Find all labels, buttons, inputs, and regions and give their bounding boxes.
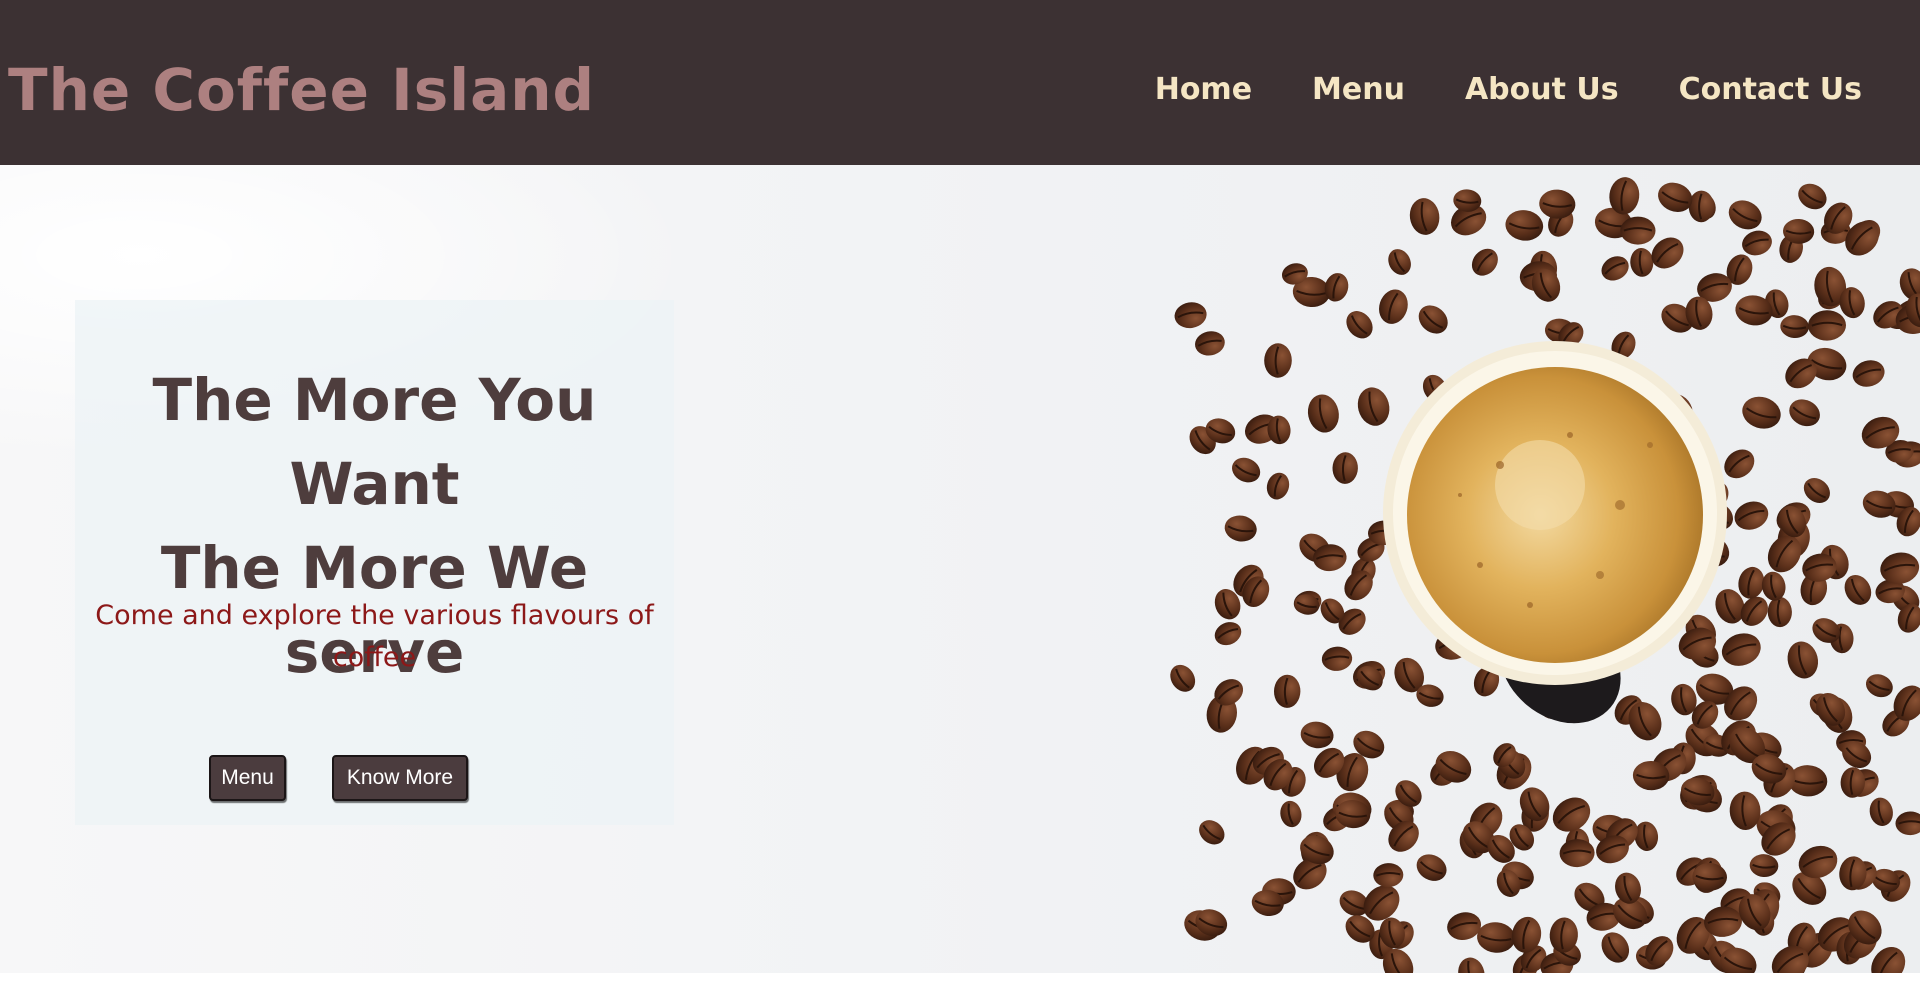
navbar: The Coffee Island Home Menu About Us Con… <box>0 0 1920 165</box>
coffee-cup-and-beans-image <box>1170 177 1920 973</box>
brand-title[interactable]: The Coffee Island <box>8 48 595 132</box>
nav-link-home[interactable]: Home <box>1155 66 1252 114</box>
headline-line-1: The More You Want <box>152 366 597 518</box>
main-nav: Home Menu About Us Contact Us <box>1155 66 1862 114</box>
intro-card: The More You Want The More We serve Come… <box>75 300 674 825</box>
nav-link-menu[interactable]: Menu <box>1312 66 1405 114</box>
know-more-button[interactable]: Know More <box>332 755 468 801</box>
nav-link-contact-us[interactable]: Contact Us <box>1679 66 1862 114</box>
hero-tagline: Come and explore the various flavours of… <box>95 600 654 673</box>
page-bottom-strip <box>0 973 1920 982</box>
hero-section: The More You Want The More We serve Come… <box>0 165 1920 973</box>
menu-button[interactable]: Menu <box>209 755 286 801</box>
nav-link-about-us[interactable]: About Us <box>1465 66 1619 114</box>
